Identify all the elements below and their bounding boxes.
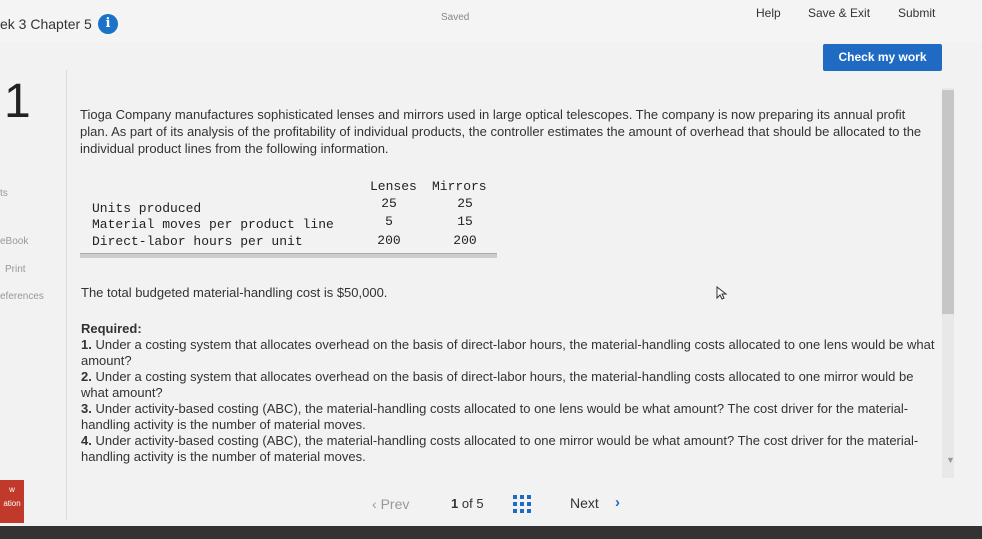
sidebar-item-ebook[interactable]: eBook xyxy=(0,236,28,247)
scroll-down-icon[interactable]: ▼ xyxy=(946,455,955,465)
row-label: Units produced xyxy=(92,201,202,216)
column-header-mirrors: Mirrors xyxy=(432,179,487,194)
table-cell: 25 xyxy=(381,196,397,211)
table-cell: 5 xyxy=(385,214,393,229)
help-link[interactable]: Help xyxy=(756,6,781,20)
table-cell: 15 xyxy=(457,214,473,229)
required-item-number: 4. xyxy=(81,433,92,448)
sidebar-item-references[interactable]: eferences xyxy=(0,291,44,302)
table-cell: 200 xyxy=(377,233,401,248)
required-item-text: Under a costing system that allocates ov… xyxy=(81,337,935,368)
scrollbar-thumb[interactable] xyxy=(942,90,954,314)
required-item: 3. Under activity-based costing (ABC), t… xyxy=(81,401,941,433)
sidebar-item-print[interactable]: Print xyxy=(5,264,26,275)
page-of: of xyxy=(461,496,473,511)
prev-button[interactable]: ‹ Prev xyxy=(372,496,409,512)
required-item-text: Under a costing system that allocates ov… xyxy=(81,369,914,400)
cursor-icon xyxy=(716,285,728,303)
column-header-lenses: Lenses xyxy=(370,179,417,194)
required-item: 2. Under a costing system that allocates… xyxy=(81,369,941,401)
sidebar-item-ts[interactable]: ts xyxy=(0,188,8,199)
row-label: Material moves per product line xyxy=(92,217,334,232)
bottom-strip xyxy=(0,526,982,539)
required-item-text: Under activity-based costing (ABC), the … xyxy=(81,401,909,432)
required-item: 4. Under activity-based costing (ABC), t… xyxy=(81,433,941,465)
prev-label: Prev xyxy=(380,496,410,512)
sidebar-divider xyxy=(66,70,67,520)
page-current: 1 xyxy=(451,496,459,511)
required-item-text: Under activity-based costing (ABC), the … xyxy=(81,433,919,464)
required-section: Required: 1. Under a costing system that… xyxy=(81,321,941,465)
page-indicator: 1 of 5 xyxy=(451,496,484,511)
row-label: Direct-labor hours per unit xyxy=(92,234,303,249)
footer-nav xyxy=(0,482,982,528)
question-number: 1 xyxy=(4,75,31,128)
check-my-work-button[interactable]: Check my work xyxy=(823,44,942,71)
required-item-number: 1. xyxy=(81,337,92,352)
problem-text: Tioga Company manufactures sophisticated… xyxy=(80,107,922,156)
table-cell: 25 xyxy=(457,196,473,211)
top-bar: ek 3 Chapter 5 i Saved Help Save & Exit … xyxy=(0,0,982,42)
grid-icon[interactable] xyxy=(513,495,531,513)
saved-status: Saved xyxy=(441,12,470,23)
info-icon[interactable]: i xyxy=(98,14,118,34)
table-cell: 200 xyxy=(453,233,477,248)
chevron-right-icon[interactable]: › xyxy=(615,494,620,511)
required-item-number: 3. xyxy=(81,401,92,416)
page-total: 5 xyxy=(476,496,484,511)
required-item-number: 2. xyxy=(81,369,92,384)
submit-link[interactable]: Submit xyxy=(898,6,935,20)
budget-text: The total budgeted material-handling cos… xyxy=(81,285,388,300)
required-item: 1. Under a costing system that allocates… xyxy=(81,337,941,369)
next-button[interactable]: Next xyxy=(570,495,599,511)
chapter-title: ek 3 Chapter 5 xyxy=(0,16,92,32)
required-title: Required: xyxy=(81,321,142,336)
table-bottom-rule xyxy=(80,253,497,258)
save-exit-link[interactable]: Save & Exit xyxy=(808,6,870,20)
